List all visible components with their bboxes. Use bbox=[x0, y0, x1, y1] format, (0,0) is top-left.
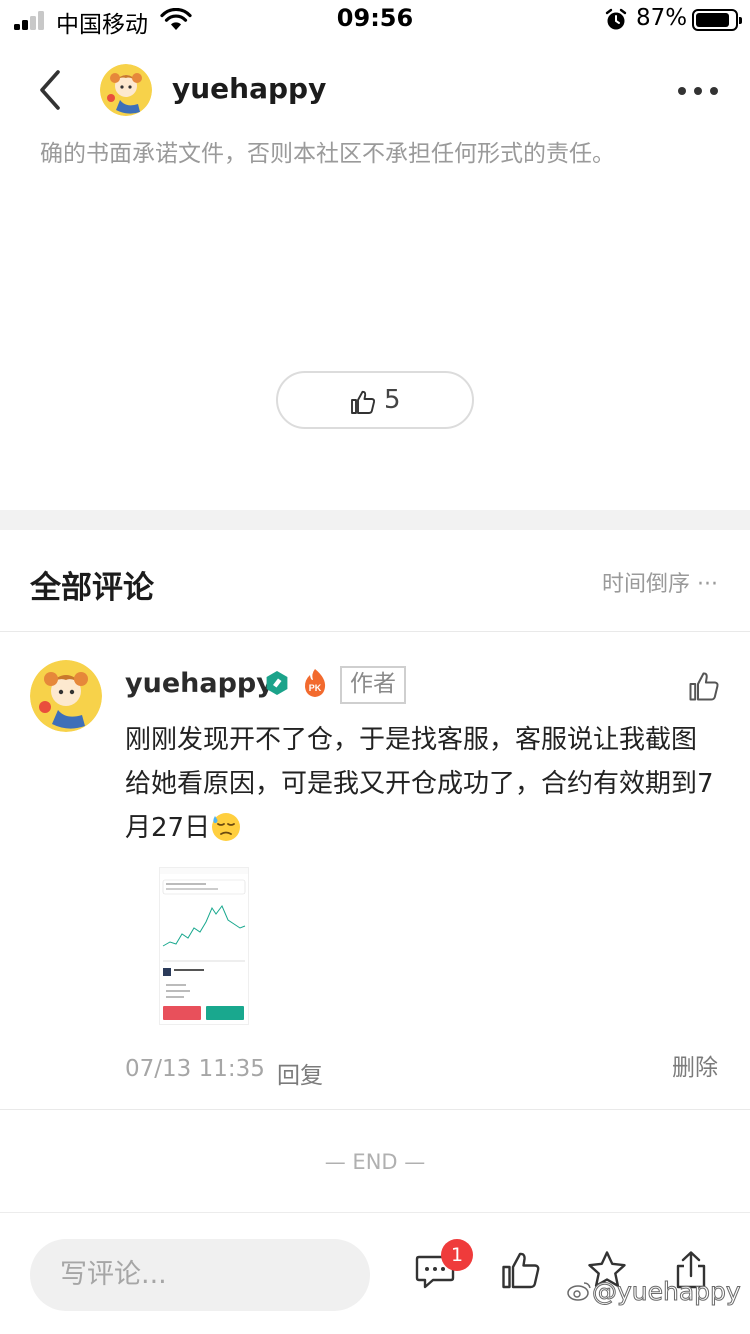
avatar[interactable] bbox=[30, 660, 102, 732]
reply-button[interactable]: 回复 bbox=[277, 1056, 323, 1090]
signal-icon bbox=[14, 10, 48, 30]
verified-badge-icon bbox=[266, 671, 288, 695]
page-title: yuehappy bbox=[172, 72, 327, 105]
battery-icon bbox=[692, 9, 742, 31]
section-divider bbox=[0, 510, 750, 530]
sweat-emoji-icon bbox=[212, 813, 241, 841]
comment-count-badge: 1 bbox=[441, 1239, 473, 1271]
end-marker: — END — bbox=[324, 1150, 426, 1174]
avatar[interactable] bbox=[100, 64, 152, 116]
back-icon[interactable] bbox=[28, 64, 72, 116]
weibo-logo-icon bbox=[567, 1282, 591, 1301]
comments-title: 全部评论 bbox=[30, 570, 154, 606]
bottom-action-bar: 写评论... 1 @yuehappy bbox=[0, 1212, 750, 1334]
thumbs-up-icon bbox=[351, 390, 376, 414]
delete-button[interactable]: 删除 bbox=[672, 1048, 718, 1082]
post-disclaimer-text: 确的书面承诺文件，否则本社区不承担任何形式的责任。 bbox=[40, 141, 615, 167]
alarm-icon bbox=[605, 8, 627, 30]
comment-author-name[interactable]: yuehappy bbox=[125, 668, 274, 699]
battery-percent: 87% bbox=[636, 5, 688, 31]
thumbs-up-icon[interactable] bbox=[500, 1249, 542, 1291]
comment-item: yuehappy PK 作者 刚刚发现开不了仓，于是找客服，客服说让我截图给她看… bbox=[0, 632, 750, 1110]
watermark-text: @yuehappy bbox=[592, 1277, 742, 1307]
status-bar: 中国移动 09:56 87% bbox=[0, 0, 750, 40]
post-like-button[interactable]: 5 bbox=[276, 371, 474, 429]
comment-image-thumbnail[interactable] bbox=[160, 868, 248, 1024]
post-detail-page: 中国移动 09:56 87% yuehappy 确的书面承诺文件，否则本社区不承… bbox=[0, 0, 750, 1334]
comment-input[interactable]: 写评论... bbox=[30, 1239, 370, 1311]
carrier-label: 中国移动 bbox=[56, 12, 148, 38]
author-tag: 作者 bbox=[340, 666, 406, 704]
sort-order-selector[interactable]: 时间倒序 ··· bbox=[602, 566, 718, 598]
comment-like-icon[interactable] bbox=[688, 670, 720, 702]
comments-header: 全部评论 时间倒序 ··· bbox=[0, 530, 750, 632]
wifi-icon bbox=[160, 8, 192, 30]
comment-timestamp: 07/13 11:35 bbox=[125, 1056, 265, 1082]
post-like-count: 5 bbox=[384, 385, 401, 415]
nav-bar: yuehappy bbox=[0, 52, 750, 128]
pk-badge-icon: PK bbox=[304, 669, 326, 697]
comment-text: 刚刚发现开不了仓，于是找客服，客服说让我截图给她看原因，可是我又开仓成功了，合约… bbox=[125, 718, 715, 850]
watermark: @yuehappy bbox=[566, 1277, 742, 1307]
svg-text:PK: PK bbox=[309, 683, 322, 693]
more-dots-icon[interactable] bbox=[672, 76, 724, 104]
